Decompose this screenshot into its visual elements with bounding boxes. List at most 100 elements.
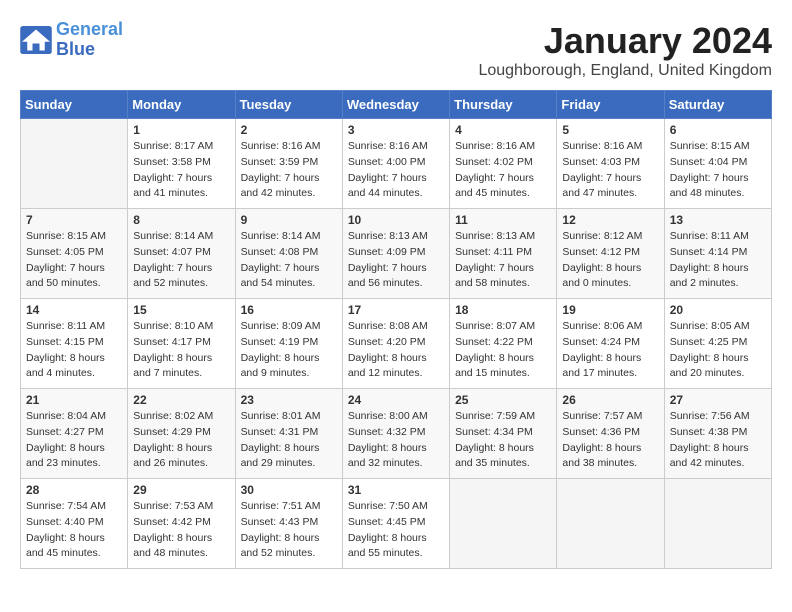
sunrise-text: Sunrise: 8:06 AM bbox=[562, 319, 658, 335]
calendar-cell: 27 Sunrise: 7:56 AM Sunset: 4:38 PM Dayl… bbox=[664, 389, 771, 479]
day-number: 16 bbox=[241, 303, 337, 317]
day-info: Sunrise: 8:04 AM Sunset: 4:27 PM Dayligh… bbox=[26, 409, 122, 472]
day-number: 24 bbox=[348, 393, 444, 407]
calendar-cell: 29 Sunrise: 7:53 AM Sunset: 4:42 PM Dayl… bbox=[128, 479, 235, 569]
day-number: 2 bbox=[241, 123, 337, 137]
day-number: 31 bbox=[348, 483, 444, 497]
sunrise-text: Sunrise: 7:56 AM bbox=[670, 409, 766, 425]
sunset-text: Sunset: 4:11 PM bbox=[455, 245, 551, 261]
sunset-text: Sunset: 4:27 PM bbox=[26, 425, 122, 441]
calendar-cell: 6 Sunrise: 8:15 AM Sunset: 4:04 PM Dayli… bbox=[664, 119, 771, 209]
sunrise-text: Sunrise: 8:05 AM bbox=[670, 319, 766, 335]
daylight-text: Daylight: 8 hours and 55 minutes. bbox=[348, 531, 444, 563]
day-number: 5 bbox=[562, 123, 658, 137]
sunset-text: Sunset: 4:00 PM bbox=[348, 155, 444, 171]
sunset-text: Sunset: 3:58 PM bbox=[133, 155, 229, 171]
day-number: 22 bbox=[133, 393, 229, 407]
sunrise-text: Sunrise: 8:13 AM bbox=[455, 229, 551, 245]
sunrise-text: Sunrise: 8:16 AM bbox=[348, 139, 444, 155]
calendar-cell: 10 Sunrise: 8:13 AM Sunset: 4:09 PM Dayl… bbox=[342, 209, 449, 299]
sunrise-text: Sunrise: 8:02 AM bbox=[133, 409, 229, 425]
day-number: 8 bbox=[133, 213, 229, 227]
day-number: 13 bbox=[670, 213, 766, 227]
sunset-text: Sunset: 4:02 PM bbox=[455, 155, 551, 171]
day-info: Sunrise: 7:50 AM Sunset: 4:45 PM Dayligh… bbox=[348, 499, 444, 562]
daylight-text: Daylight: 8 hours and 17 minutes. bbox=[562, 351, 658, 383]
calendar-body: 1 Sunrise: 8:17 AM Sunset: 3:58 PM Dayli… bbox=[21, 119, 772, 569]
day-info: Sunrise: 8:14 AM Sunset: 4:07 PM Dayligh… bbox=[133, 229, 229, 292]
logo-line1: General bbox=[56, 19, 123, 39]
sunrise-text: Sunrise: 8:15 AM bbox=[670, 139, 766, 155]
sunrise-text: Sunrise: 7:57 AM bbox=[562, 409, 658, 425]
day-info: Sunrise: 7:56 AM Sunset: 4:38 PM Dayligh… bbox=[670, 409, 766, 472]
day-number: 21 bbox=[26, 393, 122, 407]
daylight-text: Daylight: 7 hours and 52 minutes. bbox=[133, 261, 229, 293]
sunset-text: Sunset: 4:45 PM bbox=[348, 515, 444, 531]
sunrise-text: Sunrise: 8:09 AM bbox=[241, 319, 337, 335]
weekday-header: Saturday bbox=[664, 91, 771, 119]
weekday-header: Tuesday bbox=[235, 91, 342, 119]
calendar-cell: 24 Sunrise: 8:00 AM Sunset: 4:32 PM Dayl… bbox=[342, 389, 449, 479]
day-info: Sunrise: 7:51 AM Sunset: 4:43 PM Dayligh… bbox=[241, 499, 337, 562]
daylight-text: Daylight: 7 hours and 50 minutes. bbox=[26, 261, 122, 293]
sunrise-text: Sunrise: 8:00 AM bbox=[348, 409, 444, 425]
day-number: 11 bbox=[455, 213, 551, 227]
day-number: 9 bbox=[241, 213, 337, 227]
calendar-cell: 26 Sunrise: 7:57 AM Sunset: 4:36 PM Dayl… bbox=[557, 389, 664, 479]
daylight-text: Daylight: 8 hours and 0 minutes. bbox=[562, 261, 658, 293]
calendar-cell: 11 Sunrise: 8:13 AM Sunset: 4:11 PM Dayl… bbox=[450, 209, 557, 299]
sunrise-text: Sunrise: 8:16 AM bbox=[455, 139, 551, 155]
calendar-cell: 23 Sunrise: 8:01 AM Sunset: 4:31 PM Dayl… bbox=[235, 389, 342, 479]
sunset-text: Sunset: 4:38 PM bbox=[670, 425, 766, 441]
daylight-text: Daylight: 8 hours and 45 minutes. bbox=[26, 531, 122, 563]
sunset-text: Sunset: 4:42 PM bbox=[133, 515, 229, 531]
sunset-text: Sunset: 4:14 PM bbox=[670, 245, 766, 261]
daylight-text: Daylight: 8 hours and 2 minutes. bbox=[670, 261, 766, 293]
day-info: Sunrise: 8:11 AM Sunset: 4:14 PM Dayligh… bbox=[670, 229, 766, 292]
daylight-text: Daylight: 8 hours and 48 minutes. bbox=[133, 531, 229, 563]
calendar-table: SundayMondayTuesdayWednesdayThursdayFrid… bbox=[20, 90, 772, 569]
day-info: Sunrise: 8:10 AM Sunset: 4:17 PM Dayligh… bbox=[133, 319, 229, 382]
daylight-text: Daylight: 8 hours and 23 minutes. bbox=[26, 441, 122, 473]
calendar-cell: 30 Sunrise: 7:51 AM Sunset: 4:43 PM Dayl… bbox=[235, 479, 342, 569]
day-info: Sunrise: 7:57 AM Sunset: 4:36 PM Dayligh… bbox=[562, 409, 658, 472]
sunset-text: Sunset: 4:34 PM bbox=[455, 425, 551, 441]
sunrise-text: Sunrise: 8:16 AM bbox=[241, 139, 337, 155]
calendar-cell bbox=[557, 479, 664, 569]
sunset-text: Sunset: 4:25 PM bbox=[670, 335, 766, 351]
calendar-cell: 7 Sunrise: 8:15 AM Sunset: 4:05 PM Dayli… bbox=[21, 209, 128, 299]
daylight-text: Daylight: 7 hours and 41 minutes. bbox=[133, 171, 229, 203]
day-info: Sunrise: 8:16 AM Sunset: 4:02 PM Dayligh… bbox=[455, 139, 551, 202]
sunset-text: Sunset: 4:40 PM bbox=[26, 515, 122, 531]
sunrise-text: Sunrise: 8:17 AM bbox=[133, 139, 229, 155]
sunrise-text: Sunrise: 8:10 AM bbox=[133, 319, 229, 335]
sunset-text: Sunset: 4:36 PM bbox=[562, 425, 658, 441]
logo-line2: Blue bbox=[56, 40, 123, 60]
sunset-text: Sunset: 4:24 PM bbox=[562, 335, 658, 351]
day-number: 6 bbox=[670, 123, 766, 137]
day-number: 18 bbox=[455, 303, 551, 317]
sunset-text: Sunset: 4:43 PM bbox=[241, 515, 337, 531]
calendar-week-row: 7 Sunrise: 8:15 AM Sunset: 4:05 PM Dayli… bbox=[21, 209, 772, 299]
logo: General Blue bbox=[20, 20, 123, 60]
day-number: 10 bbox=[348, 213, 444, 227]
page-header: General Blue January 2024 Loughborough, … bbox=[20, 20, 772, 80]
day-info: Sunrise: 8:08 AM Sunset: 4:20 PM Dayligh… bbox=[348, 319, 444, 382]
calendar-cell: 22 Sunrise: 8:02 AM Sunset: 4:29 PM Dayl… bbox=[128, 389, 235, 479]
sunset-text: Sunset: 4:19 PM bbox=[241, 335, 337, 351]
weekday-header: Wednesday bbox=[342, 91, 449, 119]
day-info: Sunrise: 8:01 AM Sunset: 4:31 PM Dayligh… bbox=[241, 409, 337, 472]
calendar-week-row: 28 Sunrise: 7:54 AM Sunset: 4:40 PM Dayl… bbox=[21, 479, 772, 569]
calendar-cell: 15 Sunrise: 8:10 AM Sunset: 4:17 PM Dayl… bbox=[128, 299, 235, 389]
day-info: Sunrise: 8:06 AM Sunset: 4:24 PM Dayligh… bbox=[562, 319, 658, 382]
calendar-header-row: SundayMondayTuesdayWednesdayThursdayFrid… bbox=[21, 91, 772, 119]
calendar-cell: 13 Sunrise: 8:11 AM Sunset: 4:14 PM Dayl… bbox=[664, 209, 771, 299]
sunrise-text: Sunrise: 7:50 AM bbox=[348, 499, 444, 515]
day-number: 14 bbox=[26, 303, 122, 317]
calendar-cell: 1 Sunrise: 8:17 AM Sunset: 3:58 PM Dayli… bbox=[128, 119, 235, 209]
weekday-header: Monday bbox=[128, 91, 235, 119]
day-info: Sunrise: 7:59 AM Sunset: 4:34 PM Dayligh… bbox=[455, 409, 551, 472]
sunset-text: Sunset: 4:07 PM bbox=[133, 245, 229, 261]
location-subtitle: Loughborough, England, United Kingdom bbox=[478, 62, 772, 80]
daylight-text: Daylight: 7 hours and 47 minutes. bbox=[562, 171, 658, 203]
